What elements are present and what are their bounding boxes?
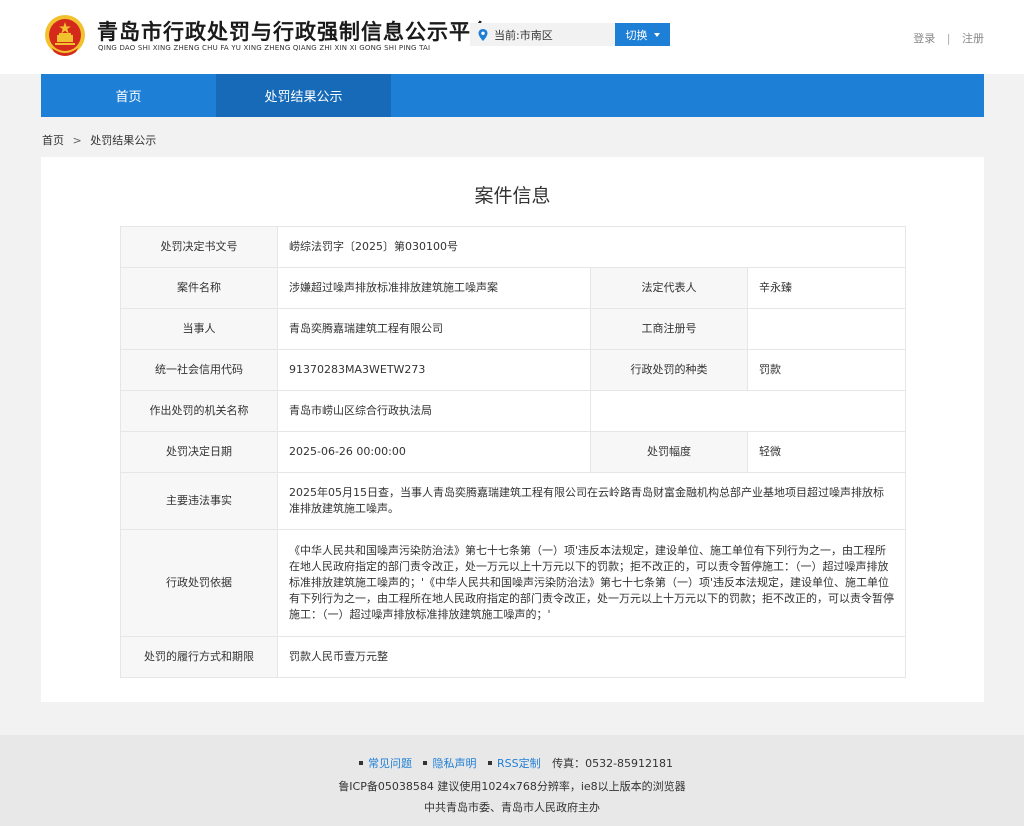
- table-row: 处罚决定书文号 崂综法罚字〔2025〕第030100号: [120, 226, 906, 268]
- authority-value: 青岛市崂山区综合行政执法局: [277, 390, 591, 432]
- party-value: 青岛奕腾嘉瑞建筑工程有限公司: [277, 308, 591, 350]
- breadcrumb: 首页 > 处罚结果公示: [42, 132, 156, 148]
- penalty-type-value: 罚款: [747, 349, 906, 391]
- bullet-icon: [487, 761, 492, 765]
- table-row: 统一社会信用代码 91370283MA3WETW273 行政处罚的种类 罚款: [120, 349, 906, 391]
- site-title: 青岛市行政处罚与行政强制信息公示平台: [97, 20, 493, 44]
- field-label: 统一社会信用代码: [120, 349, 278, 391]
- breadcrumb-separator: >: [72, 134, 82, 147]
- caret-down-icon: [653, 33, 660, 37]
- nav-item-home[interactable]: 首页: [41, 74, 216, 117]
- site-subtitle: QING DAO SHI XING ZHENG CHU FA YU XING Z…: [98, 44, 431, 52]
- rss-link[interactable]: RSS定制: [497, 757, 541, 770]
- faq-link[interactable]: 常见问题: [368, 757, 412, 770]
- doc-no-value: 崂综法罚字〔2025〕第030100号: [277, 226, 906, 268]
- empty-cell: [590, 390, 906, 432]
- location-pin-icon: [478, 28, 488, 41]
- reg-no-value: [747, 308, 906, 350]
- facts-value: 2025年05月15日查，当事人青岛奕腾嘉瑞建筑工程有限公司在云岭路青岛财富金融…: [277, 472, 906, 530]
- national-emblem-icon: [45, 15, 85, 56]
- auth-links: 登录 | 注册: [913, 30, 984, 46]
- region-indicator: 当前:市南区: [470, 23, 615, 46]
- table-row: 主要违法事实 2025年05月15日查，当事人青岛奕腾嘉瑞建筑工程有限公司在云岭…: [120, 472, 906, 530]
- field-label: 行政处罚依据: [120, 529, 278, 637]
- nav-item-penalty-results[interactable]: 处罚结果公示: [216, 74, 391, 117]
- register-link[interactable]: 注册: [962, 32, 984, 45]
- field-label: 行政处罚的种类: [590, 349, 748, 391]
- bullet-icon: [358, 761, 363, 765]
- table-row: 作出处罚的机关名称 青岛市崂山区综合行政执法局: [120, 390, 906, 432]
- field-label: 当事人: [120, 308, 278, 350]
- field-label: 处罚决定日期: [120, 431, 278, 473]
- field-label: 案件名称: [120, 267, 278, 309]
- field-label: 作出处罚的机关名称: [120, 390, 278, 432]
- fax-text: 传真：0532-85912181: [552, 757, 674, 770]
- date-value: 2025-06-26 00:00:00: [277, 431, 591, 473]
- site-header: 青岛市行政处罚与行政强制信息公示平台 QING DAO SHI XING ZHE…: [0, 0, 1024, 74]
- field-label: 法定代表人: [590, 267, 748, 309]
- privacy-link[interactable]: 隐私声明: [432, 757, 476, 770]
- table-row: 处罚的履行方式和期限 罚款人民币壹万元整: [120, 636, 906, 678]
- execution-value: 罚款人民币壹万元整: [277, 636, 906, 678]
- field-label: 工商注册号: [590, 308, 748, 350]
- breadcrumb-home[interactable]: 首页: [42, 134, 64, 147]
- site-footer: 常见问题 隐私声明 RSS定制 传真：0532-85912181 鲁ICP备05…: [0, 735, 1024, 826]
- field-label: 处罚决定书文号: [120, 226, 278, 268]
- case-info-table: 处罚决定书文号 崂综法罚字〔2025〕第030100号 案件名称 涉嫌超过噪声排…: [120, 226, 906, 678]
- icp-text: 鲁ICP备05038584 建议使用1024x768分辨率，ie8以上版本的浏览…: [338, 780, 686, 793]
- page-title: 案件信息: [474, 185, 551, 207]
- basis-value: 《中华人民共和国噪声污染防治法》第七十七条第（一）项'违反本法规定，建设单位、施…: [277, 529, 906, 637]
- switch-region-button[interactable]: 切换: [615, 23, 670, 46]
- field-label: 主要违法事实: [120, 472, 278, 530]
- case-name-value: 涉嫌超过噪声排放标准排放建筑施工噪声案: [277, 267, 591, 309]
- login-link[interactable]: 登录: [913, 32, 935, 45]
- table-row: 当事人 青岛奕腾嘉瑞建筑工程有限公司 工商注册号: [120, 308, 906, 350]
- case-info-card: 案件信息 处罚决定书文号 崂综法罚字〔2025〕第030100号 案件名称 涉嫌…: [41, 157, 984, 702]
- table-row: 处罚决定日期 2025-06-26 00:00:00 处罚幅度 轻微: [120, 431, 906, 473]
- switch-region-label: 切换: [625, 28, 648, 42]
- credit-code-value: 91370283MA3WETW273: [277, 349, 591, 391]
- region-label: 当前:市南区: [494, 28, 553, 42]
- legal-rep-value: 辛永臻: [747, 267, 906, 309]
- host-text: 中共青岛市委、青岛市人民政府主办: [424, 801, 600, 814]
- table-row: 行政处罚依据 《中华人民共和国噪声污染防治法》第七十七条第（一）项'违反本法规定…: [120, 529, 906, 637]
- table-row: 案件名称 涉嫌超过噪声排放标准排放建筑施工噪声案 法定代表人 辛永臻: [120, 267, 906, 309]
- footer-links: 常见问题 隐私声明 RSS定制 传真：0532-85912181: [0, 755, 1024, 771]
- field-label: 处罚的履行方式和期限: [120, 636, 278, 678]
- breadcrumb-current[interactable]: 处罚结果公示: [90, 134, 156, 147]
- range-value: 轻微: [747, 431, 906, 473]
- bullet-icon: [423, 761, 428, 765]
- field-label: 处罚幅度: [590, 431, 748, 473]
- main-nav: 首页 处罚结果公示: [41, 74, 984, 117]
- auth-separator: |: [946, 32, 951, 45]
